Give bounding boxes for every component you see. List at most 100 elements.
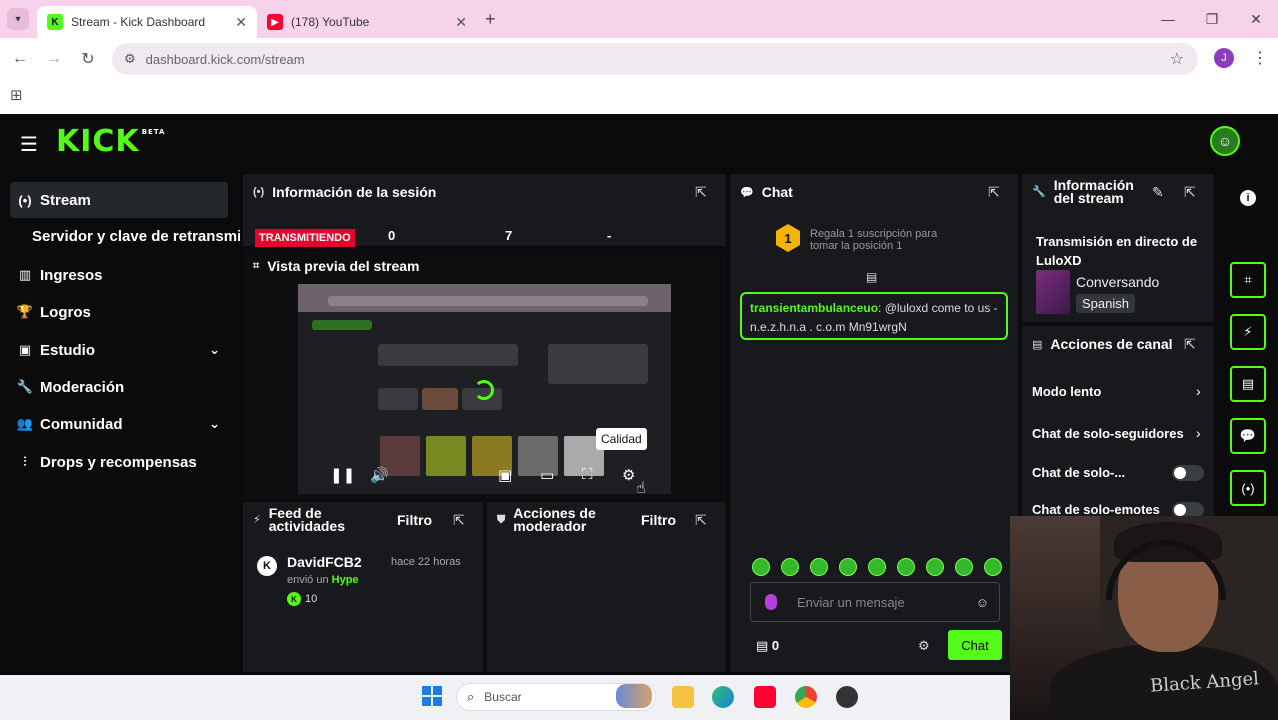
- bookmark-star-icon[interactable]: ☆: [1170, 49, 1184, 69]
- sidebar-item-drops[interactable]: ⫶ Drops y recompensas: [10, 444, 228, 480]
- gift-subscription-prompt[interactable]: Regala 1 suscripción para tomar la posic…: [810, 228, 960, 252]
- sidebar-item-stream[interactable]: (•) Stream: [10, 182, 228, 218]
- filter-button[interactable]: Filtro: [641, 512, 676, 528]
- sidebar-item-comunidad[interactable]: 👥 Comunidad ⌄: [10, 406, 228, 442]
- picture-in-picture-icon[interactable]: ▣: [498, 466, 512, 484]
- chat-message[interactable]: transientambulanceuo: @luloxd come to us…: [740, 292, 1008, 340]
- edit-pencil-icon[interactable]: ✎: [1152, 184, 1164, 201]
- option-slow-mode[interactable]: Modo lento: [1032, 384, 1202, 399]
- panel-header: ⌗ Vista previa del stream: [253, 249, 419, 283]
- chat-bubble-icon: 💬: [1239, 428, 1257, 443]
- chrome-browser-icon[interactable]: [795, 686, 817, 708]
- store-icon: ▤: [756, 638, 769, 653]
- option-emotes-only[interactable]: Chat de solo-emotes: [1032, 502, 1172, 517]
- emote-icon[interactable]: [868, 558, 886, 576]
- popout-icon[interactable]: ⇱: [453, 512, 465, 529]
- sidebar-item-logros[interactable]: 🏆 Logros: [10, 294, 228, 330]
- stream-preview-video[interactable]: ❚❚ 🔊 ▣ ▭ ⛶ ⚙: [298, 284, 671, 494]
- info-icon[interactable]: i: [1240, 190, 1256, 206]
- chevron-right-icon[interactable]: ›: [1196, 383, 1201, 399]
- chat-input[interactable]: Enviar un mensaje ☺: [750, 582, 1000, 622]
- chevron-down-icon: ⌄: [209, 342, 220, 357]
- panel-header: (•) Información de la sesión: [253, 174, 436, 210]
- video-thumb: [426, 436, 466, 476]
- rail-chat-button[interactable]: 💬: [1230, 418, 1266, 454]
- feed-username[interactable]: DavidFCB2: [287, 554, 362, 570]
- pinned-messages-icon[interactable]: ▤: [866, 270, 877, 284]
- apps-grid-icon[interactable]: ⊞: [10, 86, 23, 104]
- emote-icon[interactable]: [810, 558, 828, 576]
- close-tab-icon[interactable]: ✕: [235, 14, 247, 31]
- tab-kick-dashboard[interactable]: K Stream - Kick Dashboard ✕: [37, 6, 257, 38]
- emote-icon[interactable]: [897, 558, 915, 576]
- windows-start-icon[interactable]: [422, 686, 442, 706]
- emote-icon[interactable]: [955, 558, 973, 576]
- emote-icon[interactable]: [984, 558, 1002, 576]
- windows-taskbar: ⌕ Buscar: [0, 675, 1010, 720]
- chevron-right-icon[interactable]: ›: [1196, 425, 1201, 441]
- restore-icon[interactable]: ❐: [1190, 11, 1234, 28]
- stat-value: 0: [388, 228, 396, 243]
- reload-icon[interactable]: ↻: [71, 49, 105, 69]
- emoji-picker-icon[interactable]: ☺: [976, 595, 989, 610]
- panel-title: Chat: [761, 184, 793, 200]
- popout-icon[interactable]: ⇱: [695, 512, 707, 529]
- sidebar-item-label: Ingresos: [40, 266, 103, 284]
- rail-preview-button[interactable]: ⌗: [1230, 262, 1266, 298]
- volume-icon[interactable]: 🔊: [370, 466, 389, 484]
- tab-youtube[interactable]: ▶ (178) YouTube ✕: [257, 6, 477, 38]
- new-tab-button[interactable]: +: [485, 9, 496, 30]
- panel-title: Feed de actividades: [268, 505, 345, 534]
- option-subs-only[interactable]: Chat de solo-...: [1032, 465, 1162, 480]
- forward-icon[interactable]: →: [37, 50, 71, 68]
- youtube-app-icon[interactable]: [754, 686, 776, 708]
- settings-gear-icon[interactable]: ⚙: [622, 466, 635, 484]
- browser-menu-icon[interactable]: ⋮: [1252, 48, 1268, 68]
- popout-icon[interactable]: ⇱: [988, 184, 1000, 201]
- close-tab-icon[interactable]: ✕: [455, 14, 467, 31]
- file-explorer-icon[interactable]: [672, 686, 694, 708]
- chat-settings-icon[interactable]: ⚙: [918, 638, 930, 654]
- close-window-icon[interactable]: ✕: [1234, 11, 1278, 28]
- sidebar-item-estudio[interactable]: ▣ Estudio ⌄: [10, 332, 228, 368]
- option-followers-only[interactable]: Chat de solo-seguidores: [1032, 426, 1202, 441]
- people-icon: 👥: [16, 416, 34, 431]
- drops-icon: ⫶: [23, 454, 27, 469]
- theater-mode-icon[interactable]: ▭: [540, 466, 554, 484]
- emote-icon[interactable]: [781, 558, 799, 576]
- back-icon[interactable]: ←: [3, 50, 37, 68]
- site-info-icon[interactable]: ⚙: [124, 51, 136, 67]
- stream-category[interactable]: Conversando: [1076, 274, 1159, 290]
- subs-only-toggle[interactable]: [1172, 465, 1204, 481]
- edge-browser-icon[interactable]: [712, 686, 734, 708]
- kick-logo[interactable]: KICK BETA: [56, 124, 165, 159]
- emote-icon[interactable]: [752, 558, 770, 576]
- popout-icon[interactable]: ⇱: [1184, 336, 1196, 353]
- rail-activity-button[interactable]: ⚡: [1230, 314, 1266, 350]
- pause-icon[interactable]: ❚❚: [330, 466, 355, 484]
- rail-live-button[interactable]: (•): [1230, 470, 1266, 506]
- popout-icon[interactable]: ⇱: [695, 184, 707, 201]
- sidebar-item-ingresos[interactable]: ▥ Ingresos: [10, 257, 228, 293]
- url-bar[interactable]: ⚙ dashboard.kick.com/stream ☆: [112, 43, 1198, 75]
- chat-username[interactable]: transientambulanceuo: [750, 301, 878, 315]
- microphone-icon[interactable]: [765, 594, 777, 610]
- popout-icon[interactable]: ⇱: [1184, 184, 1196, 201]
- fullscreen-icon[interactable]: ⛶: [582, 466, 593, 483]
- user-avatar[interactable]: ☺: [1210, 126, 1240, 156]
- widget-thumbnail-icon[interactable]: [616, 684, 652, 708]
- filter-button[interactable]: Filtro: [397, 512, 432, 528]
- video-frame-block: [378, 344, 518, 366]
- sidebar-item-moderacion[interactable]: 🔧 Moderación: [10, 369, 228, 405]
- minimize-icon[interactable]: —: [1146, 11, 1190, 27]
- sidebar-item-stream-key[interactable]: Servidor y clave de retransmisión: [32, 228, 240, 245]
- hamburger-menu-icon[interactable]: ☰: [20, 132, 38, 157]
- emote-icon[interactable]: [839, 558, 857, 576]
- emote-icon[interactable]: [926, 558, 944, 576]
- obs-app-icon[interactable]: [836, 686, 858, 708]
- sidebar-item-label: Moderación: [40, 378, 125, 396]
- rail-notes-button[interactable]: ▤: [1230, 366, 1266, 402]
- profile-avatar[interactable]: J: [1214, 48, 1234, 68]
- tab-search-button[interactable]: ▾: [7, 8, 29, 30]
- send-chat-button[interactable]: Chat: [948, 630, 1002, 660]
